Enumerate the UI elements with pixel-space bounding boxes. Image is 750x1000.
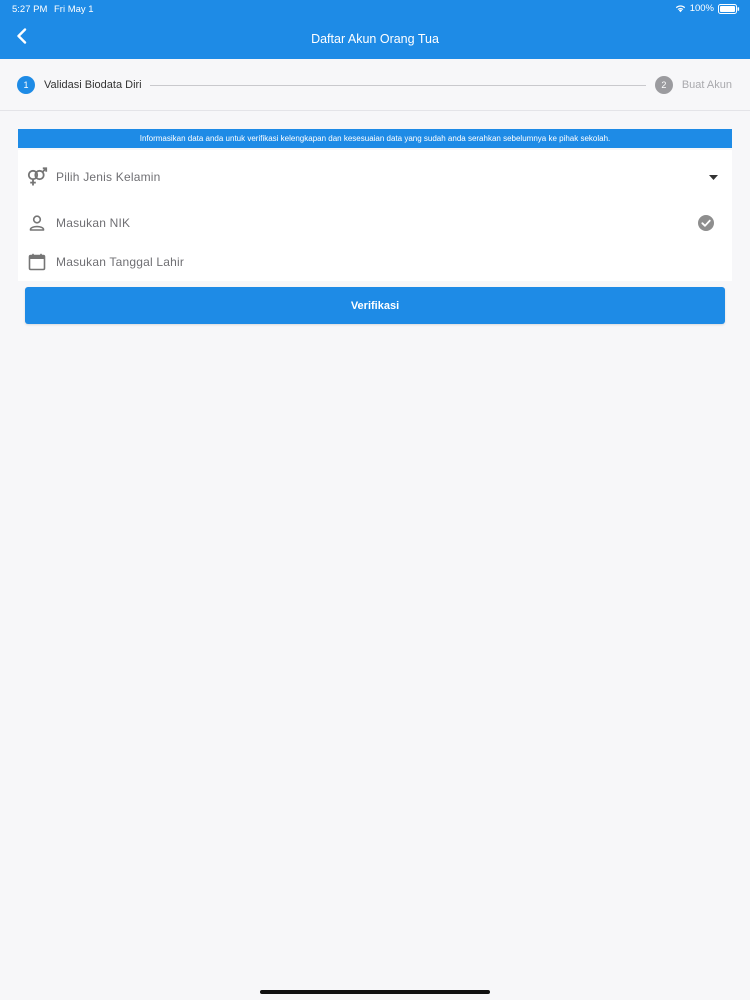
- info-banner: Informasikan data anda untuk verifikasi …: [18, 129, 732, 148]
- person-icon: [26, 212, 48, 234]
- home-indicator[interactable]: [260, 990, 490, 994]
- dob-input[interactable]: Masukan Tanggal Lahir: [18, 244, 732, 280]
- status-bar: 5:27 PM Fri May 1 100%: [0, 0, 750, 18]
- step-buat-akun: 2 Buat Akun: [654, 76, 732, 94]
- battery-percentage: 100%: [689, 3, 714, 14]
- step-label: Buat Akun: [681, 79, 732, 91]
- status-date: Fri May 1: [54, 4, 94, 15]
- step-number: 1: [17, 76, 35, 94]
- check-circle-icon: [698, 215, 714, 231]
- status-indicators: 100%: [675, 3, 740, 14]
- stepper: 1 Validasi Biodata Diri 2 Buat Akun: [0, 59, 750, 111]
- calendar-icon: [26, 251, 48, 273]
- page-title: Daftar Akun Orang Tua: [311, 32, 439, 46]
- step-label: Validasi Biodata Diri: [44, 79, 142, 91]
- step-validasi-biodata: 1 Validasi Biodata Diri: [17, 76, 142, 94]
- gender-select[interactable]: Pilih Jenis Kelamin: [18, 159, 732, 195]
- step-connector: [150, 85, 646, 86]
- gender-placeholder: Pilih Jenis Kelamin: [56, 170, 161, 184]
- wifi-icon: [675, 4, 686, 13]
- verify-button[interactable]: Verifikasi: [25, 287, 725, 324]
- nik-input[interactable]: Masukan NIK: [18, 205, 732, 241]
- step-number: 2: [654, 76, 673, 94]
- dob-placeholder: Masukan Tanggal Lahir: [56, 255, 185, 269]
- gender-icon: [26, 166, 48, 188]
- nik-placeholder: Masukan NIK: [56, 216, 131, 230]
- battery-icon: [718, 3, 740, 14]
- biodata-form: Pilih Jenis Kelamin Masukan NIK Masukan …: [18, 150, 732, 281]
- app-header: 5:27 PM Fri May 1 100% Daftar Akun Orang…: [0, 0, 750, 59]
- status-time: 5:27 PM: [12, 4, 48, 15]
- caret-down-icon: [708, 172, 718, 182]
